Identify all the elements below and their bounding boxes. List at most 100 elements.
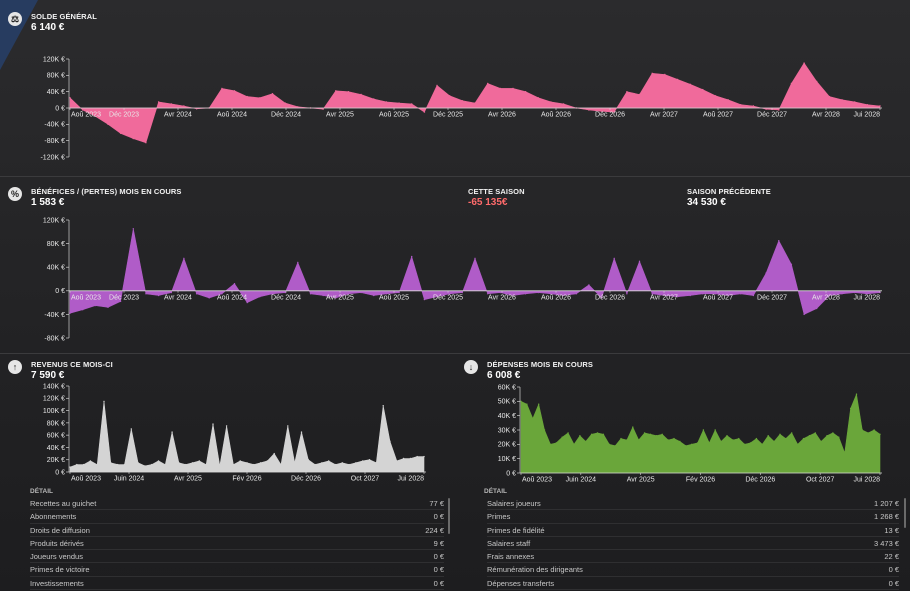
- expenses-data-point: [590, 433, 593, 435]
- expenses-data-point: [602, 433, 605, 435]
- expenses-y-tick-label: 10K €: [498, 456, 516, 463]
- expenses-x-tick-label: Déc 2026: [745, 477, 775, 484]
- expenses-data-point: [749, 442, 752, 444]
- detail-name: Investissements: [30, 578, 84, 588]
- expenses-data-point: [873, 429, 875, 431]
- expenses-data-point: [667, 439, 669, 441]
- detail-value: 0 €: [433, 552, 444, 562]
- expenses-data-point: [549, 443, 552, 445]
- list-item[interactable]: Salaires joueurs 1 207 €: [487, 497, 899, 511]
- expense-detail-list[interactable]: Salaires joueurs 1 207 € Primes 1 268 € Prim…: [487, 497, 899, 591]
- expenses-data-point: [826, 435, 828, 437]
- list-item[interactable]: Investissements 0 €: [30, 577, 444, 591]
- expenses-data-point: [620, 437, 622, 440]
- list-item[interactable]: Abonnements 0 €: [30, 510, 444, 524]
- list-item[interactable]: Recettes au guichet 77 €: [30, 497, 444, 511]
- expenses-data-point: [649, 433, 652, 435]
- expenses-x-tick-label: Jui 2028: [854, 477, 881, 484]
- expenses-y-tick-label: 0 €: [506, 470, 516, 477]
- expense-detail-title: DÉTAIL: [484, 488, 507, 495]
- expenses-data-point: [655, 435, 658, 437]
- expenses-data-point: [861, 429, 863, 431]
- expenses-data-point: [808, 435, 811, 437]
- detail-name: Recettes au guichet: [30, 499, 97, 508]
- list-item[interactable]: Primes 1 268 €: [487, 510, 899, 524]
- detail-name: Abonnements: [30, 512, 77, 522]
- list-item[interactable]: Droits de diffusion 224 €: [30, 524, 444, 537]
- list-item[interactable]: Joueurs vendus 0 €: [30, 550, 444, 564]
- detail-name: Frais annexes: [487, 552, 535, 562]
- expenses-data-point: [755, 437, 758, 440]
- detail-value: 0 €: [888, 578, 899, 588]
- expenses-data-point: [849, 407, 852, 410]
- expenses-data-point: [767, 435, 769, 437]
- detail-value: 0 €: [433, 512, 444, 522]
- expenses-data-point: [720, 440, 722, 443]
- expenses-data-point: [673, 437, 675, 440]
- expenses-data-point: [520, 400, 522, 402]
- list-item[interactable]: Rémunération des dirigeants 0 €: [487, 563, 899, 577]
- expenses-data-point: [632, 426, 634, 428]
- expenses-data-point: [838, 436, 840, 438]
- list-item[interactable]: Primes de victoire 0 €: [30, 563, 444, 577]
- expenses-data-point: [779, 433, 781, 435]
- list-item[interactable]: Dépenses transferts 0 €: [487, 577, 899, 591]
- detail-name: Primes de fidélité: [487, 525, 545, 535]
- expenses-y-tick-label: 60K €: [498, 384, 516, 391]
- expenses-data-point: [585, 440, 587, 443]
- detail-name: Dépenses transferts: [487, 578, 555, 588]
- expenses-data-point: [820, 440, 822, 443]
- expenses-data-point: [708, 442, 710, 444]
- income-detail-list[interactable]: Recettes au guichet 77 € Abonnements 0 € Dro…: [30, 497, 444, 591]
- detail-name: Primes: [487, 512, 511, 522]
- expenses-data-point: [802, 437, 805, 440]
- expenses-y-tick-label: 30K €: [498, 427, 516, 434]
- expenses-data-point: [626, 439, 628, 441]
- detail-value: 9 €: [433, 538, 444, 548]
- expenses-data-point: [867, 432, 869, 434]
- list-item[interactable]: Frais annexes 22 €: [487, 550, 899, 564]
- detail-value: 0 €: [433, 565, 444, 575]
- expenses-data-point: [785, 437, 787, 440]
- detail-value: 77 €: [429, 499, 444, 508]
- detail-name: Produits dérivés: [30, 538, 84, 548]
- expenses-data-point: [555, 442, 557, 444]
- expenses-data-point: [643, 432, 646, 434]
- expenses-data-point: [726, 435, 728, 437]
- expenses-data-point: [538, 403, 540, 405]
- list-item[interactable]: Primes de fidélité 13 €: [487, 524, 899, 537]
- detail-value: 0 €: [888, 565, 899, 575]
- expenses-data-point: [773, 440, 775, 443]
- expenses-series-area: [520, 393, 881, 474]
- expenses-x-tick-label: Oct 2027: [806, 477, 835, 484]
- expenses-data-point: [573, 443, 575, 445]
- expenses-data-point: [685, 445, 687, 447]
- expenses-data-point: [879, 433, 881, 435]
- detail-name: Primes de victoire: [30, 565, 90, 575]
- detail-value: 22 €: [884, 552, 899, 562]
- income-detail-title: DÉTAIL: [30, 488, 53, 495]
- expenses-data-point: [691, 443, 693, 445]
- list-item[interactable]: Salaires staff 3 473 €: [487, 537, 899, 551]
- expenses-data-point: [567, 432, 569, 434]
- detail-value: 0 €: [433, 578, 444, 588]
- expenses-data-point: [661, 433, 663, 435]
- expenses-data-point: [526, 403, 528, 405]
- expenses-data-point: [579, 435, 581, 437]
- expenses-data-point: [796, 443, 799, 445]
- expense-detail-scrollbar[interactable]: [904, 498, 906, 528]
- expenses-data-point: [596, 432, 599, 434]
- expenses-data-point: [814, 432, 816, 434]
- expenses-data-point: [702, 429, 705, 431]
- income-detail-scrollbar[interactable]: [448, 498, 450, 534]
- expenses-data-point: [561, 436, 563, 438]
- detail-value: 3 473 €: [873, 538, 899, 548]
- detail-name: Droits de diffusion: [30, 525, 90, 535]
- expenses-x-tick-label: Avr 2025: [627, 477, 655, 484]
- expenses-x-tick-label: Aoû 2023: [522, 477, 552, 484]
- list-item[interactable]: Produits dérivés 9 €: [30, 537, 444, 551]
- expenses-data-point: [679, 440, 681, 443]
- expenses-data-point: [532, 417, 534, 420]
- expenses-data-point: [614, 445, 616, 447]
- detail-name: Salaires staff: [487, 538, 531, 548]
